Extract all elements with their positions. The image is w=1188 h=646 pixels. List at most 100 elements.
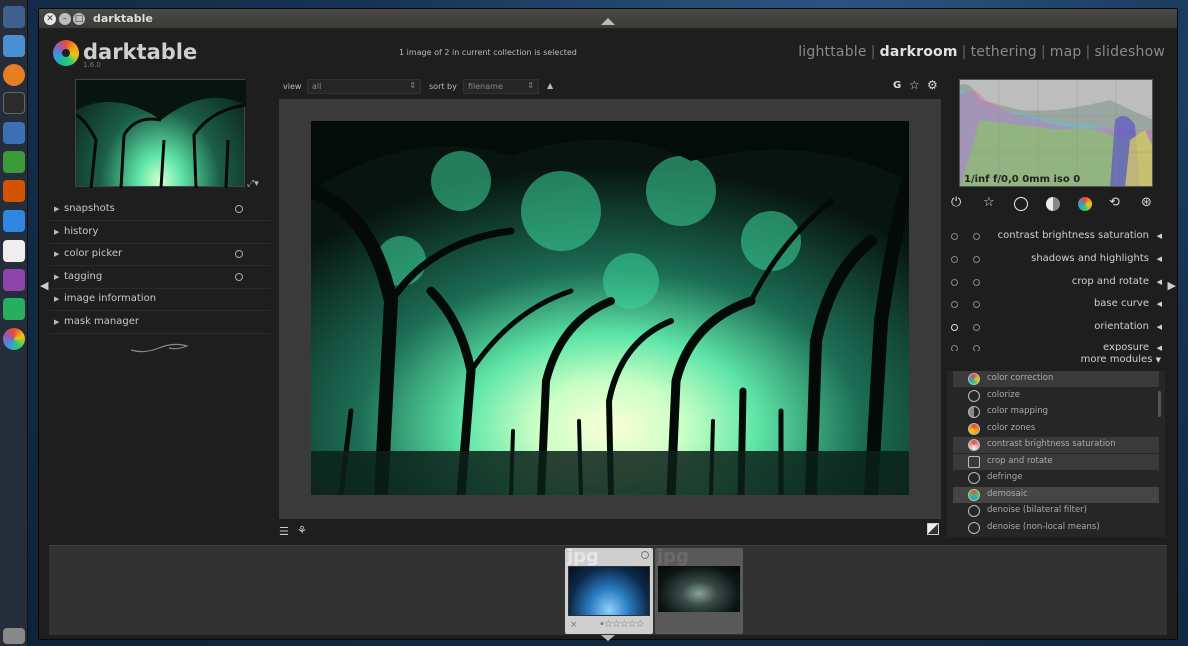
- panel-snapshots[interactable]: ▶ snapshots: [49, 199, 271, 221]
- module-shadows-and-highlights[interactable]: shadows and highlights ◀: [947, 248, 1165, 270]
- reject-icon[interactable]: ×: [570, 620, 578, 630]
- list-item-denoise-bilateral[interactable]: denoise (bilateral filter): [953, 503, 1159, 519]
- panel-tagging[interactable]: ▶ tagging: [49, 267, 271, 289]
- panel-mask-manager[interactable]: ▶ mask manager: [49, 312, 271, 334]
- reset-icon[interactable]: [973, 233, 980, 240]
- module-contrast-brightness-saturation[interactable]: contrast brightness saturation ◀: [947, 225, 1165, 247]
- update-icon[interactable]: [3, 298, 25, 320]
- center-canvas[interactable]: [279, 99, 941, 519]
- histogram-graph: [960, 80, 1152, 186]
- power-icon[interactable]: [951, 233, 958, 240]
- altered-icon: [641, 551, 649, 559]
- group-effects-icon[interactable]: ⊛: [1141, 195, 1159, 213]
- list-scrollbar[interactable]: [1158, 391, 1161, 417]
- more-modules-toggle[interactable]: more modules ▼: [947, 354, 1165, 368]
- power-icon[interactable]: [951, 256, 958, 263]
- maximize-icon[interactable]: □: [73, 13, 85, 25]
- list-item-crop-and-rotate[interactable]: crop and rotate: [953, 454, 1159, 470]
- zoom-expand-icon[interactable]: ⤢▾: [247, 179, 259, 189]
- module-orientation[interactable]: orientation ◀: [947, 316, 1165, 338]
- list-item-color-zones[interactable]: color zones: [953, 421, 1159, 437]
- minimize-icon[interactable]: –: [59, 13, 71, 25]
- sort-direction-icon[interactable]: ▲: [547, 81, 553, 90]
- view-slideshow[interactable]: slideshow: [1094, 44, 1165, 60]
- list-item-color-mapping[interactable]: color mapping: [953, 404, 1159, 420]
- software-center-icon[interactable]: [3, 210, 25, 232]
- view-tethering[interactable]: tethering: [971, 44, 1037, 60]
- top-panel-toggle-icon[interactable]: [601, 18, 615, 25]
- panel-color-picker[interactable]: ▶ color picker: [49, 244, 271, 266]
- grouping-button[interactable]: G: [893, 80, 901, 91]
- calc-icon[interactable]: [3, 151, 25, 173]
- star-overlay-icon[interactable]: ☆: [909, 78, 920, 92]
- writer-icon[interactable]: [3, 122, 25, 144]
- titlebar: ✕ – □ darktable: [39, 9, 1177, 29]
- module-exposure[interactable]: exposure ◀: [947, 337, 1165, 351]
- styles-icon[interactable]: ⚘: [297, 524, 307, 537]
- view-select[interactable]: all ⇕: [307, 79, 421, 94]
- reset-icon[interactable]: [973, 324, 980, 331]
- list-item-denoise-nlm[interactable]: denoise (non-local means): [953, 520, 1159, 536]
- edited-photo[interactable]: [311, 121, 909, 495]
- denoise-nlm-icon: [968, 522, 980, 534]
- list-item-demosaic[interactable]: demosaic: [953, 487, 1159, 503]
- files-icon[interactable]: [3, 35, 25, 57]
- power-icon[interactable]: [951, 279, 958, 286]
- preset-icon[interactable]: [235, 205, 243, 213]
- terminal-icon[interactable]: [3, 92, 25, 114]
- group-active-power-icon[interactable]: ⏻: [951, 195, 969, 213]
- left-panel-toggle-icon[interactable]: ◀: [40, 279, 48, 292]
- group-color-icon[interactable]: [1078, 197, 1092, 211]
- module-crop-and-rotate[interactable]: crop and rotate ◀: [947, 271, 1165, 293]
- sort-select[interactable]: filename ⇕: [463, 79, 539, 94]
- list-item-contrast-brightness-saturation[interactable]: contrast brightness saturation: [953, 437, 1159, 453]
- panel-history[interactable]: ▶ history: [49, 222, 271, 244]
- power-icon[interactable]: [951, 301, 958, 308]
- filmstrip-thumb[interactable]: jpg × •☆☆☆☆☆: [565, 546, 653, 634]
- power-icon[interactable]: [951, 345, 958, 351]
- overexposure-toggle-icon[interactable]: [927, 523, 939, 535]
- preset-icon[interactable]: [235, 273, 243, 281]
- window-title: darktable: [93, 12, 153, 25]
- quick-access-menu-icon[interactable]: ☰: [279, 525, 289, 538]
- header: darktable 1.6.0 1 image of 2 in current …: [39, 30, 1177, 75]
- trash-icon[interactable]: [3, 628, 25, 644]
- reset-icon[interactable]: [973, 345, 980, 351]
- filmstrip-thumb[interactable]: jpg: [655, 546, 743, 634]
- view-darkroom[interactable]: darkroom: [880, 44, 958, 60]
- view-lighttable[interactable]: lighttable: [798, 44, 867, 60]
- reset-icon[interactable]: [973, 256, 980, 263]
- reset-icon[interactable]: [973, 279, 980, 286]
- bottom-panel-toggle-icon[interactable]: [601, 635, 615, 641]
- view-map[interactable]: map: [1050, 44, 1082, 60]
- dash-home-icon[interactable]: [3, 6, 25, 28]
- power-icon[interactable]: [951, 324, 958, 331]
- desktop: ✕ – □ darktable darktable 1.6.0 1 image …: [0, 0, 1188, 646]
- contrast-icon: [968, 439, 980, 451]
- star-rating[interactable]: •☆☆☆☆☆: [599, 619, 645, 630]
- color-correction-icon: [968, 373, 980, 385]
- group-correct-icon[interactable]: ⟲: [1109, 195, 1127, 213]
- preset-icon[interactable]: [235, 250, 243, 258]
- app-version: 1.6.0: [83, 61, 101, 69]
- settings-icon[interactable]: [3, 269, 25, 291]
- list-item-defringe[interactable]: defringe: [953, 470, 1159, 486]
- close-icon[interactable]: ✕: [44, 13, 56, 25]
- impress-icon[interactable]: [3, 180, 25, 202]
- reset-icon[interactable]: [973, 301, 980, 308]
- amazon-icon[interactable]: [3, 240, 25, 262]
- gear-icon[interactable]: ⚙: [927, 78, 938, 92]
- list-item-color-correction[interactable]: color correction: [953, 371, 1159, 387]
- module-base-curve[interactable]: base curve ◀: [947, 293, 1165, 315]
- panel-image-information[interactable]: ▶ image information: [49, 289, 271, 311]
- panel-end-ornament-icon: [130, 343, 189, 353]
- firefox-icon[interactable]: [3, 64, 25, 86]
- histogram[interactable]: 1/inf f/0,0 0mm iso 0: [959, 79, 1153, 187]
- denoise-bilateral-icon: [968, 505, 980, 517]
- group-basic-circle-icon[interactable]: [1014, 197, 1028, 211]
- navigation-thumbnail[interactable]: [75, 79, 247, 189]
- group-tone-icon[interactable]: [1046, 197, 1060, 211]
- group-favorites-star-icon[interactable]: ☆: [983, 195, 1001, 213]
- list-item-colorize[interactable]: colorize: [953, 388, 1159, 404]
- darktable-launcher-icon[interactable]: [3, 328, 25, 350]
